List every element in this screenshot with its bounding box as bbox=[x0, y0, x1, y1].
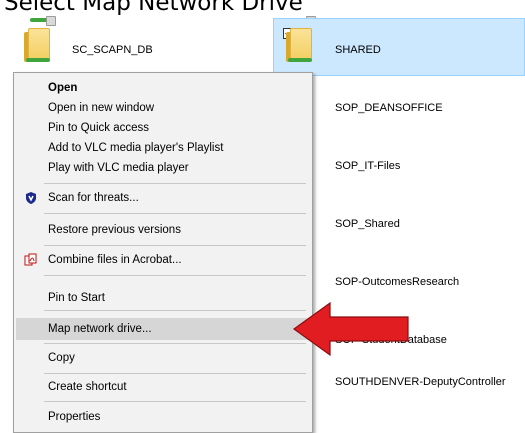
menu-item-vlc-playlist[interactable]: Add to VLC media player's Playlist bbox=[16, 137, 310, 159]
menu-item-label: Scan for threats... bbox=[48, 192, 139, 204]
red-arrow-annotation bbox=[292, 301, 409, 357]
acrobat-icon bbox=[24, 253, 37, 266]
folder-item[interactable]: SOP_IT-Files bbox=[278, 144, 523, 202]
folder-label: SC_SCAPN_DB bbox=[72, 44, 153, 56]
menu-item-label: Pin to Quick access bbox=[48, 122, 149, 134]
menu-item-open[interactable]: Open bbox=[16, 77, 310, 99]
menu-item-label: Combine files in Acrobat... bbox=[48, 254, 182, 266]
menu-separator bbox=[44, 275, 306, 276]
menu-item-label: Add to VLC media player's Playlist bbox=[48, 142, 224, 154]
menu-item-vlc-play[interactable]: Play with VLC media player bbox=[16, 157, 310, 179]
menu-separator bbox=[44, 343, 306, 344]
menu-item-label: Properties bbox=[48, 411, 101, 423]
shield-icon bbox=[26, 192, 36, 204]
folder-label: SOP_DEANSOFFICE bbox=[335, 102, 443, 114]
menu-separator bbox=[44, 401, 306, 402]
folder-item[interactable]: SHARED bbox=[278, 28, 523, 86]
menu-item-label: Copy bbox=[48, 352, 75, 364]
menu-item-create-shortcut[interactable]: Create shortcut bbox=[16, 376, 310, 398]
menu-item-label: Map network drive... bbox=[48, 323, 152, 335]
folder-label: SOP-OutcomesResearch bbox=[335, 276, 460, 288]
folder-label: SOUTHDENVER-DeputyController bbox=[335, 376, 506, 388]
menu-item-map-network-drive[interactable]: Map network drive... bbox=[16, 318, 310, 340]
menu-item-properties[interactable]: Properties bbox=[16, 406, 310, 428]
menu-item-open-new-window[interactable]: Open in new window bbox=[16, 97, 310, 119]
menu-separator bbox=[44, 373, 306, 374]
folder-label: SOP_IT-Files bbox=[335, 160, 401, 172]
menu-item-label: Open in new window bbox=[48, 102, 155, 114]
menu-item-label: Play with VLC media player bbox=[48, 162, 189, 174]
folder-label: SHARED bbox=[335, 44, 381, 56]
menu-item-restore-versions[interactable]: Restore previous versions bbox=[16, 219, 310, 241]
menu-item-label: Open bbox=[48, 82, 78, 94]
network-folder-icon bbox=[22, 28, 54, 66]
menu-item-combine-acrobat[interactable]: Combine files in Acrobat... bbox=[16, 249, 310, 271]
network-folder-icon bbox=[284, 28, 316, 66]
menu-item-pin-quick-access[interactable]: Pin to Quick access bbox=[16, 117, 310, 139]
menu-separator bbox=[44, 213, 306, 214]
menu-separator bbox=[44, 183, 306, 184]
menu-separator bbox=[44, 310, 306, 311]
folder-item[interactable]: SOP_DEANSOFFICE bbox=[278, 86, 523, 144]
context-menu: Open Open in new window Pin to Quick acc… bbox=[13, 72, 313, 433]
menu-item-copy[interactable]: Copy bbox=[16, 347, 310, 369]
folder-item[interactable]: SOP_Shared bbox=[278, 202, 523, 260]
folder-item[interactable]: SOUTHDENVER-DeputyController bbox=[278, 360, 523, 418]
menu-item-scan-threats[interactable]: Scan for threats... bbox=[16, 187, 310, 209]
menu-item-label: Restore previous versions bbox=[48, 224, 181, 236]
menu-separator bbox=[44, 245, 306, 246]
folder-label: SOP_Shared bbox=[335, 218, 400, 230]
network-link-icon bbox=[28, 14, 56, 26]
menu-item-pin-start[interactable]: Pin to Start bbox=[16, 287, 310, 309]
menu-item-label: Create shortcut bbox=[48, 381, 127, 393]
menu-item-label: Pin to Start bbox=[48, 292, 105, 304]
